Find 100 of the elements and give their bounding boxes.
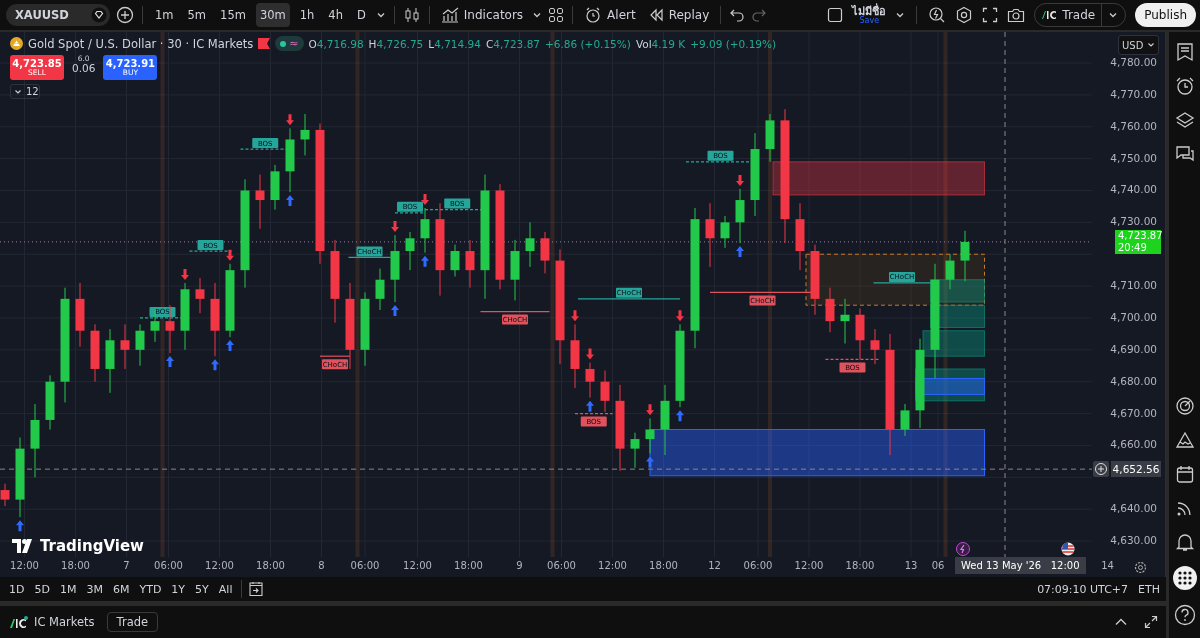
symbol-search-field[interactable]: XAUUSD xyxy=(6,4,110,26)
candle xyxy=(525,221,535,268)
time-tick: 13 xyxy=(904,560,918,571)
volume-change: +9.09 (+0.19%) xyxy=(690,37,777,50)
broker-name: IC Markets xyxy=(34,615,95,629)
candle xyxy=(810,244,820,316)
status-dot-icon[interactable] xyxy=(280,40,287,47)
layout-name[interactable]: ไม่มีชื่อ xyxy=(852,5,887,17)
candle xyxy=(195,277,205,314)
up-arrow-icon xyxy=(16,520,24,532)
session-label[interactable]: ETH xyxy=(1138,582,1160,596)
currency-dropdown[interactable]: USD xyxy=(1118,35,1159,55)
candle xyxy=(285,127,295,193)
candle xyxy=(900,403,910,437)
help-icon[interactable] xyxy=(1173,604,1196,626)
quick-search-icon[interactable] xyxy=(928,6,947,24)
price-tick: 4,660.00 xyxy=(1110,438,1157,451)
up-arrow-icon xyxy=(286,195,294,207)
ohlc-value: C4,723.87 xyxy=(485,37,540,50)
chevron-down-icon[interactable] xyxy=(532,10,543,20)
calendar-goto-icon[interactable] xyxy=(248,581,265,597)
chevron-down-icon[interactable] xyxy=(895,10,906,20)
interval-button[interactable]: 15m xyxy=(216,3,250,27)
structure-line xyxy=(574,412,614,415)
range-button[interactable]: 3M xyxy=(83,580,106,598)
replay-button[interactable]: Replay xyxy=(644,5,713,25)
range-button[interactable]: 6M xyxy=(109,580,133,598)
mountain-coin-icon xyxy=(10,37,23,51)
target-icon[interactable] xyxy=(1174,396,1195,416)
time-tick: 06 xyxy=(931,560,945,571)
publish-button[interactable]: Publish xyxy=(1135,3,1196,27)
save-link[interactable]: Save xyxy=(859,16,880,25)
range-button[interactable]: All xyxy=(215,580,236,598)
candle xyxy=(600,370,610,413)
fullscreen-icon[interactable] xyxy=(982,7,999,23)
camera-icon[interactable] xyxy=(1007,7,1026,23)
alert-button[interactable]: Alert xyxy=(581,3,639,27)
bell-icon[interactable] xyxy=(1174,532,1195,552)
indicators-button[interactable]: Indicators xyxy=(437,4,527,26)
candle xyxy=(300,113,310,156)
chat-icon[interactable] xyxy=(1174,144,1195,164)
candle xyxy=(120,323,130,370)
settings-icon[interactable] xyxy=(955,6,974,24)
chevron-down-icon[interactable] xyxy=(375,10,386,20)
interval-button[interactable]: 4h xyxy=(324,3,347,27)
interval-button[interactable]: D xyxy=(352,3,370,27)
redo-icon[interactable] xyxy=(751,8,768,22)
time-tick: 18:00 xyxy=(454,560,483,571)
down-arrow-icon xyxy=(646,404,654,416)
layout-icon[interactable] xyxy=(827,7,844,23)
templates-icon[interactable] xyxy=(548,7,565,23)
down-arrow-icon xyxy=(421,194,429,205)
ohlc-value: H4,726.75 xyxy=(368,37,424,50)
range-button[interactable]: YTD xyxy=(136,580,165,598)
candle xyxy=(135,323,145,367)
down-arrow-icon xyxy=(586,348,594,360)
trade-button[interactable]: Trade xyxy=(106,612,159,632)
interval-button[interactable]: 1m xyxy=(151,3,178,27)
mountains-icon[interactable] xyxy=(1174,430,1195,450)
symbol-title[interactable]: Gold Spot / U.S. Dollar · 30 · IC Markets xyxy=(28,36,254,51)
add-symbol-icon[interactable] xyxy=(116,6,134,24)
flag-event-icon[interactable] xyxy=(1061,542,1075,556)
alarm-clock-icon[interactable] xyxy=(1174,76,1195,96)
undo-icon[interactable] xyxy=(729,8,746,22)
candle xyxy=(255,174,265,230)
lightning-event-icon[interactable] xyxy=(956,542,970,556)
range-button[interactable]: 5D xyxy=(31,580,53,598)
candle xyxy=(840,298,850,344)
range-button[interactable]: 1M xyxy=(56,580,80,598)
volume-value: Vol4.19 K xyxy=(635,37,686,50)
interval-button[interactable]: 5m xyxy=(183,3,211,27)
logo-text[interactable]: TradingView xyxy=(40,537,144,555)
time-tick: 7 xyxy=(123,560,130,571)
price-tick: 4,710.00 xyxy=(1110,279,1157,292)
time-tick: 12 xyxy=(708,560,721,571)
chevron-down-icon[interactable] xyxy=(1108,10,1119,20)
interval-button[interactable]: 1h xyxy=(295,3,319,27)
settings-icon[interactable] xyxy=(1134,560,1147,574)
watchlist-icon[interactable] xyxy=(1174,42,1195,62)
time-tick: 12:00 xyxy=(598,560,627,571)
price-tick: 4,670.00 xyxy=(1110,406,1157,419)
candle xyxy=(180,282,190,351)
indicators-toggle[interactable]: 12 xyxy=(10,84,40,100)
chevron-up-icon[interactable] xyxy=(1114,617,1128,627)
add-icon[interactable] xyxy=(1093,461,1109,478)
ohlc-value: L4,714.94 xyxy=(428,37,481,50)
calendar-icon[interactable] xyxy=(1174,464,1195,484)
range-button[interactable]: 5Y xyxy=(192,580,212,598)
apps-icon[interactable] xyxy=(1172,566,1197,590)
broker-logo-icon xyxy=(1042,11,1057,19)
range-button[interactable]: 1D xyxy=(6,580,28,598)
flag-icon[interactable] xyxy=(258,38,271,50)
candle xyxy=(945,253,955,290)
candles-icon[interactable] xyxy=(402,6,421,24)
up-arrow-icon xyxy=(736,246,744,258)
layers-icon[interactable] xyxy=(1174,110,1195,130)
maximize-icon[interactable] xyxy=(1144,615,1158,629)
clock-label[interactable]: 07:09:10 UTC+7 xyxy=(1037,582,1129,596)
range-button[interactable]: 1Y xyxy=(168,580,189,598)
interval-button[interactable]: 30m xyxy=(255,3,290,27)
